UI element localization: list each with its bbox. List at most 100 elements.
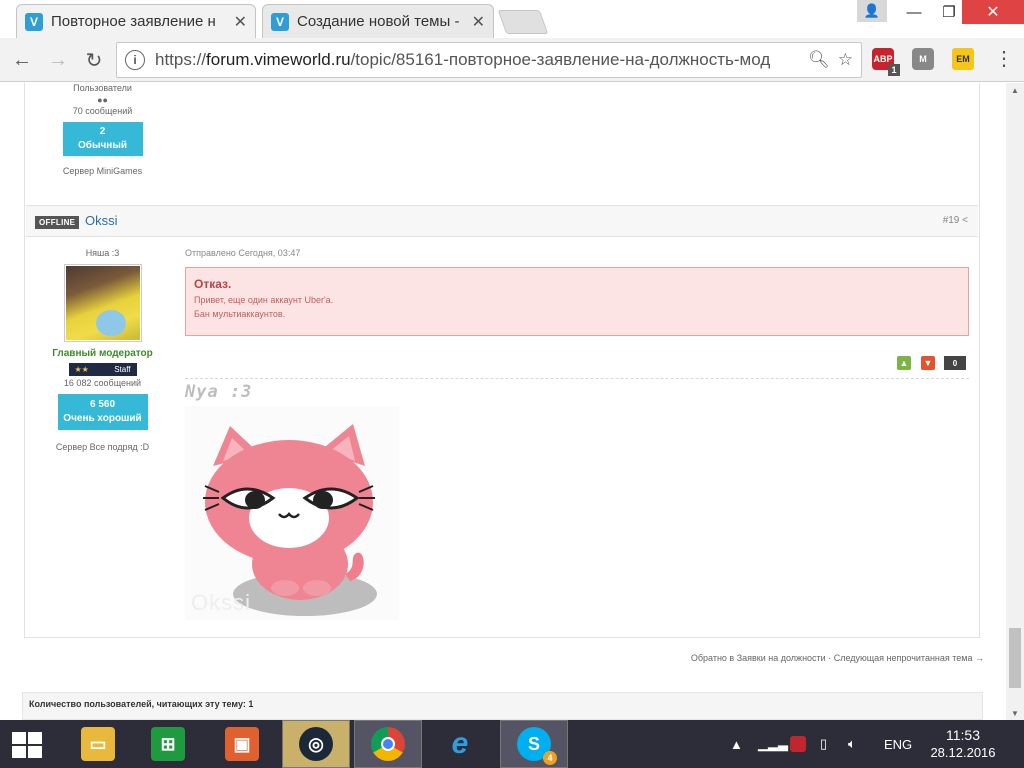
taskbar-steam[interactable]: ◎ xyxy=(282,720,350,768)
topic-footer-links: Обратно в Заявки на должности · Следующа… xyxy=(691,653,984,663)
reputation-value: 2 xyxy=(99,126,106,137)
author-server: Сервер Все подряд :D xyxy=(55,442,150,452)
user-profile-icon[interactable]: 👤 xyxy=(857,0,887,22)
rejection-line: Привет, еще один аккаунт Uber'a. xyxy=(194,295,334,305)
skype-icon: S 4 xyxy=(517,727,557,765)
url-path: /topic/85161-повторное-заявление-на-долж… xyxy=(350,50,771,69)
zoom-search-icon[interactable]: 🔍︎ xyxy=(808,50,830,70)
windows-store-icon: ⊞ xyxy=(151,727,185,761)
skype-notification-badge: 4 xyxy=(543,751,557,765)
file-explorer-icon: ▭ xyxy=(81,727,115,761)
reputation-label: Обычный xyxy=(77,140,128,151)
clock-date: 28.12.2016 xyxy=(930,745,996,760)
vimeworld-favicon-icon: V xyxy=(271,12,289,31)
reputation-value: 6 560 xyxy=(89,399,116,410)
browser-tab-bar: V Повторное заявление н ✕ V Создание нов… xyxy=(0,0,1024,38)
language-indicator[interactable]: ENG xyxy=(884,720,912,768)
volume-icon[interactable]: 🔈︎ xyxy=(848,720,856,768)
avatar-detail xyxy=(95,310,126,336)
windows-taskbar: ▭ ⊞ ▣ ◎ e S 4 ▲ ▁▂▃ ▯ 🔈︎ ENG 11:53 28.12… xyxy=(0,720,1024,768)
author-message-count: 16 082 сообщений xyxy=(63,378,142,388)
clock-time: 11:53 xyxy=(946,727,980,743)
signature-cat-image: Okssi xyxy=(185,406,399,620)
tab-create-topic[interactable]: V Создание новой темы - ✕ xyxy=(262,4,494,38)
em-extension-icon[interactable]: EM xyxy=(952,48,974,70)
vote-up-arrow-icon[interactable]: ▲ xyxy=(897,356,911,370)
back-arrow-icon[interactable]: ← xyxy=(8,46,36,74)
em-extension-label: EM xyxy=(956,54,970,64)
post-body: Отправлено Сегодня, 03:47 Отказ. Привет,… xyxy=(185,248,969,620)
reputation-label: Очень хороший xyxy=(63,413,142,424)
windows-start-icon[interactable] xyxy=(12,732,42,758)
m-extension-label: M xyxy=(919,54,927,64)
url-host: forum.vimeworld.ru xyxy=(206,50,351,69)
footer-separator: · xyxy=(825,653,834,663)
taskbar-ie[interactable]: e xyxy=(426,720,494,768)
tab-title: Создание новой темы - xyxy=(297,13,460,30)
adblock-badge: 1 xyxy=(888,64,900,76)
new-tab-button[interactable] xyxy=(497,10,549,34)
minimize-button[interactable]: — xyxy=(892,0,936,24)
taskbar-store[interactable]: ⊞ xyxy=(134,720,202,768)
internet-explorer-icon: e xyxy=(451,727,469,760)
author-avatar[interactable] xyxy=(63,264,142,342)
browser-menu-icon[interactable]: ⋮ xyxy=(994,46,1014,71)
post-author-panel: Няша :3 Главный модератор ★★ Staff 16 08… xyxy=(25,248,180,452)
photos-app-icon: ▣ xyxy=(225,727,259,761)
m-extension-icon[interactable]: M xyxy=(912,48,934,70)
signature-text: Nya :3 xyxy=(185,382,253,402)
staff-badge: ★★ Staff xyxy=(68,363,137,376)
avatar-image xyxy=(65,266,140,340)
adblock-extension-icon[interactable]: ABP 1 xyxy=(872,48,900,76)
browser-toolbar: ← → ↻ i https://forum.vimeworld.ru/topic… xyxy=(0,38,1024,82)
site-info-icon[interactable]: i xyxy=(125,50,145,70)
taskbar-explorer[interactable]: ▭ xyxy=(64,720,132,768)
author-title: Няша :3 xyxy=(85,248,120,258)
network-signal-icon[interactable]: ▁▂▃ xyxy=(758,720,788,768)
taskbar-chrome[interactable] xyxy=(354,720,422,768)
chrome-icon xyxy=(371,727,405,761)
post-date: Отправлено Сегодня, 03:47 xyxy=(185,248,301,258)
scrollbar-thumb[interactable] xyxy=(1009,628,1021,688)
tab-close-icon[interactable]: ✕ xyxy=(234,12,247,32)
prev-author-server: Сервер MiniGames xyxy=(62,166,143,176)
vote-count: 0 xyxy=(944,356,966,370)
url-text[interactable]: https://forum.vimeworld.ru/topic/85161-п… xyxy=(155,50,800,70)
staff-label: Staff xyxy=(114,365,131,374)
adblock-label: ABP xyxy=(873,54,893,64)
post-author-link[interactable]: Okssi xyxy=(85,213,118,228)
rejection-notice: Отказ. Привет, еще один аккаунт Uber'a. … xyxy=(185,267,969,336)
forward-arrow-icon[interactable]: → xyxy=(44,46,72,74)
offline-status-badge: OFFLINE xyxy=(35,216,80,229)
page-scrollbar[interactable]: ▲ ▼ xyxy=(1006,83,1024,720)
tab-current-topic[interactable]: V Повторное заявление н ✕ xyxy=(16,4,256,38)
posts-container: Пользователи ●● 70 сообщений 2 Обычный С… xyxy=(24,83,980,638)
address-bar[interactable]: i https://forum.vimeworld.ru/topic/85161… xyxy=(116,42,862,78)
page-viewport: Пользователи ●● 70 сообщений 2 Обычный С… xyxy=(0,83,1006,720)
battery-icon[interactable]: ▯ xyxy=(820,720,827,768)
close-window-button[interactable]: ✕ xyxy=(962,0,1024,24)
antivirus-tray-icon[interactable] xyxy=(790,720,806,768)
taskbar-skype[interactable]: S 4 xyxy=(500,720,568,768)
scroll-down-arrow-icon[interactable]: ▼ xyxy=(1006,706,1024,720)
steam-icon: ◎ xyxy=(299,727,333,761)
share-icon[interactable]: < xyxy=(962,215,968,226)
next-unread-topic-link[interactable]: Следующая непрочитанная тема → xyxy=(834,653,984,663)
scroll-up-arrow-icon[interactable]: ▲ xyxy=(1006,83,1024,97)
vote-down-arrow-icon[interactable]: ▼ xyxy=(921,356,935,370)
vimeworld-favicon-icon: V xyxy=(25,12,43,31)
topic-readers-bar: Количество пользователей, читающих эту т… xyxy=(22,692,983,720)
tray-overflow-icon[interactable]: ▲ xyxy=(730,720,743,768)
post-number-link[interactable]: #19 < xyxy=(943,215,968,226)
url-scheme: https:// xyxy=(155,50,207,69)
reload-icon[interactable]: ↻ xyxy=(80,46,108,74)
taskbar-clock[interactable]: 11:53 28.12.2016 xyxy=(928,726,998,762)
maximize-button[interactable]: ❐ xyxy=(936,0,962,24)
signature-divider xyxy=(185,378,969,379)
author-role: Главный модератор xyxy=(52,348,153,359)
taskbar-photos[interactable]: ▣ xyxy=(208,720,276,768)
author-reputation: 6 560 Очень хороший xyxy=(57,394,148,430)
bookmark-star-icon[interactable]: ☆ xyxy=(838,50,853,70)
tab-close-icon[interactable]: ✕ xyxy=(472,12,485,32)
back-to-forum-link[interactable]: Обратно в Заявки на должности xyxy=(691,653,826,663)
